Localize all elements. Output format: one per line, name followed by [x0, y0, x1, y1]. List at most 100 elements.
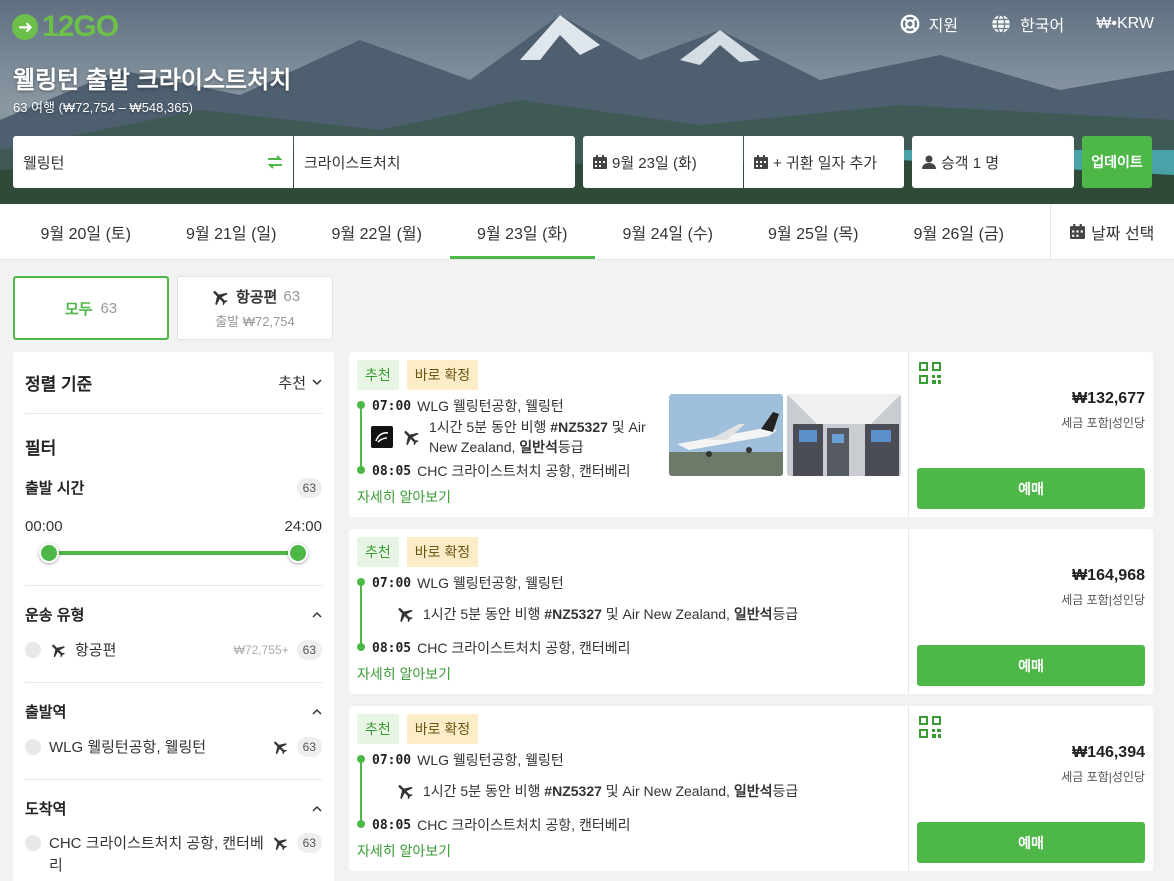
destination-field[interactable]: 크라이스트처치: [294, 136, 575, 188]
more-details-link[interactable]: 자세히 알아보기: [357, 487, 451, 507]
airplane-icon: [273, 837, 287, 851]
date-tab-label: 9월 23일 (화): [477, 225, 568, 243]
departure-time-count: 63: [296, 477, 322, 498]
date-tab[interactable]: 9월 26일 (금): [886, 204, 1032, 259]
arrival-station-header[interactable]: 도착역: [25, 798, 322, 819]
origin-field[interactable]: 웰링턴: [13, 136, 293, 188]
flight-details: 1시간 5분 동안 비행 #NZ5327 및 Air New Zealand, …: [423, 783, 799, 799]
flight-details: 1시간 5분 동안 비행 #NZ5327 및 Air New Zealand, …: [429, 419, 646, 455]
currency-label: ₩•KRW: [1096, 15, 1154, 32]
search-form: 웰링턴 크라이스트처치 9월 23일 (화) + 귀환 일자 추가 승객 1 명…: [13, 136, 1152, 188]
time-range-min: 00:00: [25, 518, 63, 535]
date-tab[interactable]: 9월 22일 (월): [304, 204, 450, 259]
air-new-zealand-logo-icon: [371, 426, 393, 448]
book-button[interactable]: 예매: [917, 822, 1145, 863]
lifebuoy-icon: [900, 14, 920, 34]
option-count: 63: [296, 833, 322, 853]
date-picker-label: 날짜 선택: [1091, 225, 1155, 243]
swap-icon[interactable]: [267, 155, 283, 169]
language-label: 한국어: [1020, 18, 1065, 35]
date-tab-active[interactable]: 9월 23일 (화): [449, 204, 596, 259]
transport-tab-all-label: 모두: [64, 300, 93, 318]
sort-value: 추천: [278, 375, 306, 392]
calendar-icon: [1070, 224, 1086, 239]
top-navigation: 지원 한국어 ₩•KRW: [899, 12, 1154, 36]
date-tab[interactable]: 9월 21일 (일): [159, 204, 305, 259]
trip-count-summary: 63 여행 (₩72,754 – ₩548,365): [13, 100, 194, 115]
sort-label: 정렬 기준: [25, 375, 93, 394]
departure-station: WLG 웰링턴공항, 웰링턴: [417, 398, 564, 414]
calendar-icon: [593, 155, 607, 169]
logo[interactable]: ➜ 12GO: [12, 10, 119, 44]
trip-card[interactable]: 추천 바로 확정 07:00 WLG 웰링턴공항, 웰링턴 1시간 5분 동안 …: [349, 529, 1153, 694]
more-details-link[interactable]: 자세히 알아보기: [357, 841, 451, 861]
return-date-field[interactable]: + 귀환 일자 추가: [744, 136, 904, 188]
book-button[interactable]: 예매: [917, 468, 1145, 509]
transport-tab-flight-price: 출발 ₩72,754: [215, 314, 295, 329]
slider-track: [49, 551, 298, 555]
chevron-down-icon: [312, 379, 322, 386]
language-selector[interactable]: 한국어: [990, 12, 1064, 36]
time-range-labels: 00:00 24:00: [25, 518, 322, 535]
departure-station: WLG 웰링턴공항, 웰링턴: [417, 752, 564, 768]
hero-banner: ➜ 12GO 지원 한국어 ₩•KRW 웰링턴 출발 크라이스트처치 63 여행…: [0, 0, 1174, 204]
departure-station-header[interactable]: 출발역: [25, 701, 322, 722]
option-label: 항공편: [75, 642, 117, 659]
cabin-interior-photo[interactable]: [787, 394, 901, 476]
transport-type-option[interactable]: 항공편 ₩72,755+ 63: [25, 639, 322, 660]
more-details-link[interactable]: 자세히 알아보기: [357, 664, 451, 684]
instant-confirm-badge: 바로 확정: [406, 537, 479, 567]
departure-time-header: 출발 시간 63: [25, 477, 322, 498]
airplane-icon: [213, 290, 228, 305]
date-tab-label: 9월 22일 (월): [331, 225, 422, 243]
transport-tab-flight[interactable]: 항공편 63 출발 ₩72,754: [177, 276, 333, 340]
origin-value: 웰링턴: [23, 154, 65, 172]
airplane-icon: [404, 431, 419, 446]
transport-tab-all[interactable]: 모두 63: [13, 276, 169, 340]
calendar-icon: [754, 155, 768, 169]
aircraft-exterior-photo[interactable]: [669, 394, 783, 476]
option-checkbox[interactable]: [25, 835, 41, 851]
arrival-station-label: 도착역: [25, 801, 67, 818]
slider-handle-min[interactable]: [39, 543, 59, 563]
price-note: 세금 포함|성인당: [1061, 593, 1145, 607]
sort-control[interactable]: 정렬 기준 추천: [25, 352, 322, 414]
qr-code-icon: [919, 716, 941, 738]
trip-card[interactable]: 추천 바로 확정 07:00 WLG 웰링턴공항, 웰링턴 1시간 5분 동안 …: [349, 352, 1153, 517]
date-tab[interactable]: 9월 20일 (토): [13, 204, 159, 259]
price-note: 세금 포함|성인당: [1061, 416, 1145, 430]
transport-type-header[interactable]: 운송 유형: [25, 604, 322, 625]
trip-card[interactable]: 추천 바로 확정 07:00 WLG 웰링턴공항, 웰링턴 1시간 5분 동안 …: [349, 706, 1153, 871]
arrival-station: CHC 크라이스트처치 공항, 캔터베리: [417, 817, 631, 833]
departure-station-label: 출발역: [25, 704, 67, 721]
option-count: 63: [296, 639, 322, 660]
arrival-time: 08:05: [372, 640, 412, 656]
arrival-station-option[interactable]: CHC 크라이스트처치 공항, 캔터베리 63: [25, 833, 322, 877]
date-tab-label: 9월 20일 (토): [40, 225, 131, 243]
date-tab[interactable]: 9월 25일 (목): [741, 204, 887, 259]
airplane-icon: [398, 785, 413, 800]
slider-handle-max[interactable]: [288, 543, 308, 563]
passenger-field[interactable]: 승객 1 명: [912, 136, 1074, 188]
arrival-time: 08:05: [372, 463, 412, 479]
book-button[interactable]: 예매: [917, 645, 1145, 686]
date-tab[interactable]: 9월 24일 (수): [595, 204, 741, 259]
departure-date-field[interactable]: 9월 23일 (화): [583, 136, 743, 188]
trip-price: ₩146,394: [1072, 744, 1145, 761]
option-checkbox[interactable]: [25, 641, 41, 658]
recommended-badge: 추천: [357, 537, 399, 567]
currency-selector[interactable]: ₩•KRW: [1096, 15, 1154, 33]
option-checkbox[interactable]: [25, 738, 41, 755]
update-button[interactable]: 업데이트: [1082, 136, 1152, 188]
date-tab-label: 9월 21일 (일): [186, 225, 277, 243]
departure-station: WLG 웰링턴공항, 웰링턴: [417, 575, 564, 591]
support-link[interactable]: 지원: [899, 12, 958, 36]
date-picker-button[interactable]: 날짜 선택: [1049, 204, 1174, 259]
option-label: CHC 크라이스트처치 공항, 캔터베리: [49, 835, 264, 874]
qr-code-icon: [919, 362, 941, 384]
passenger-value: 승객 1 명: [941, 154, 1000, 172]
departure-station-option[interactable]: WLG 웰링턴공항, 웰링턴 63: [25, 736, 322, 757]
arrival-station: CHC 크라이스트처치 공항, 캔터베리: [417, 640, 631, 656]
sort-dropdown[interactable]: 추천: [278, 372, 322, 393]
support-label: 지원: [928, 18, 959, 35]
